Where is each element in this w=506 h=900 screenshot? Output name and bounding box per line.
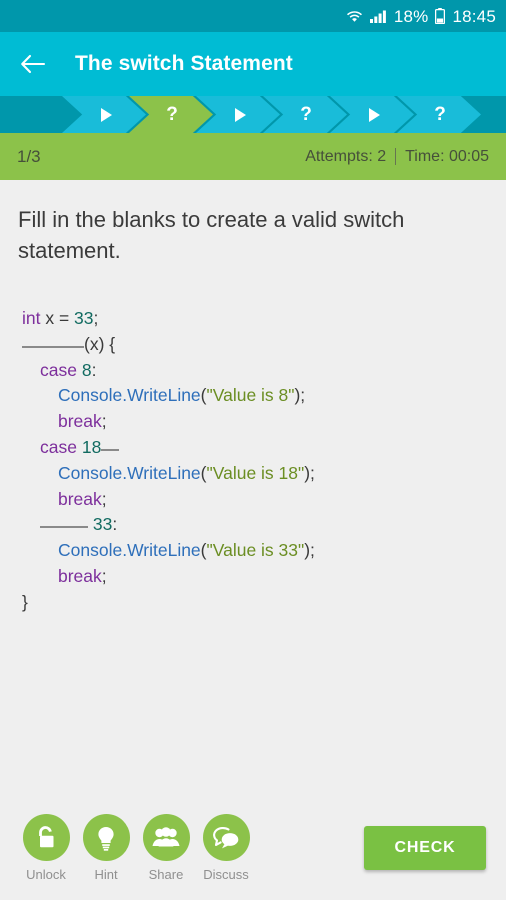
wifi-icon xyxy=(346,9,363,24)
speech-bubbles-icon xyxy=(213,826,239,848)
code-token-str: "Value is 8" xyxy=(206,385,295,406)
code-line: break; xyxy=(22,409,488,435)
status-bar: 18% 18:45 xyxy=(0,0,506,32)
bottom-toolbar: Unlock Hint Share Discuss CHECK xyxy=(0,804,506,900)
question-mark-icon: ? xyxy=(434,104,446,125)
code-token-punc: ; xyxy=(101,565,107,586)
code-token-punc: ; xyxy=(101,488,107,509)
hint-label: Hint xyxy=(94,867,118,882)
progress-step-1-play[interactable] xyxy=(62,96,146,133)
code-line: Console.WriteLine("Value is 18"); xyxy=(22,461,488,487)
code-token-punc: ); xyxy=(304,462,315,483)
tool-buttons: Unlock Hint Share Discuss xyxy=(16,814,256,882)
page-counter: 1/3 xyxy=(17,146,41,166)
code-blank[interactable] xyxy=(101,448,120,451)
back-arrow-icon[interactable] xyxy=(16,47,50,81)
code-blank[interactable] xyxy=(40,526,88,529)
unlock-bubble xyxy=(22,814,70,861)
clock-label: 18:45 xyxy=(452,6,496,26)
time-label: Time: 00:05 xyxy=(405,147,489,165)
question-mark-icon: ? xyxy=(166,104,178,125)
code-line: int x = 33; xyxy=(22,306,488,332)
code-token-punc: (x) { xyxy=(84,333,116,354)
attempts-label: Attempts: 2 xyxy=(305,147,387,165)
unlock-padlock-icon xyxy=(39,825,54,847)
code-line: break; xyxy=(22,487,488,513)
code-token-punc: ; xyxy=(93,308,99,328)
code-token-punc: x = xyxy=(40,308,75,328)
lesson-info-bar: 1/3 Attempts: 2 Time: 00:05 xyxy=(0,133,506,180)
lightbulb-icon xyxy=(98,826,114,851)
share-label: Share xyxy=(148,867,184,882)
play-triangle-icon xyxy=(100,107,112,122)
check-button[interactable]: CHECK xyxy=(364,826,486,870)
share-button[interactable]: Share xyxy=(136,814,196,882)
lesson-progress-bar: ??? xyxy=(0,96,506,133)
code-token-kw: break xyxy=(58,411,102,432)
play-triangle-icon xyxy=(234,107,246,122)
battery-icon xyxy=(435,8,446,24)
code-token-kw: case xyxy=(40,359,77,380)
play-triangle-icon xyxy=(368,107,380,122)
code-token-num: 33 xyxy=(92,514,113,535)
code-token-kw: break xyxy=(58,565,102,586)
discuss-label: Discuss xyxy=(203,867,249,882)
code-token-fn: Console.WriteLine xyxy=(58,385,201,406)
code-line: Console.WriteLine("Value is 8"); xyxy=(22,383,488,409)
code-line: case 8: xyxy=(22,358,488,384)
unlock-label: Unlock xyxy=(26,867,66,882)
code-token-punc: } xyxy=(22,591,28,612)
code-token-num: 33 xyxy=(74,308,94,328)
app-bar: The switch Statement xyxy=(0,32,506,96)
stats-divider xyxy=(395,148,397,165)
code-token-punc: : xyxy=(91,359,97,380)
code-line: (x) { xyxy=(22,332,488,358)
page-title: The switch Statement xyxy=(75,52,293,75)
unlock-button[interactable]: Unlock xyxy=(16,814,76,882)
code-block[interactable]: int x = 33; (x) {case 8: Console.WriteLine… xyxy=(22,306,488,616)
exercise-content: Fill in the blanks to create a valid swi… xyxy=(0,180,506,804)
code-token-num: 18 xyxy=(81,436,102,457)
code-line: break; xyxy=(22,564,488,590)
code-token-fn: Console.WriteLine xyxy=(58,462,201,483)
discuss-button[interactable]: Discuss xyxy=(196,814,256,882)
code-token-punc: ); xyxy=(304,540,315,561)
code-token-punc: : xyxy=(112,514,118,535)
code-line: Console.WriteLine("Value is 33"); xyxy=(22,538,488,564)
app-screen: 18% 18:45 The switch Statement ??? 1/3 A… xyxy=(0,0,506,900)
code-token-num: 8 xyxy=(81,359,92,380)
hint-button[interactable]: Hint xyxy=(76,814,136,882)
code-token-str: "Value is 18" xyxy=(206,462,305,483)
code-line: case 18 xyxy=(22,435,488,461)
code-token-punc: ; xyxy=(101,411,107,432)
code-token-str: "Value is 33" xyxy=(206,540,305,561)
question-text: Fill in the blanks to create a valid swi… xyxy=(18,207,405,263)
signal-bars-icon xyxy=(369,9,387,24)
code-token-kw: case xyxy=(40,436,77,457)
people-group-icon xyxy=(152,826,180,846)
discuss-bubble xyxy=(202,814,250,861)
code-blank[interactable] xyxy=(22,345,84,348)
battery-percent-label: 18% xyxy=(393,6,429,26)
code-token-fn: Console.WriteLine xyxy=(58,540,201,561)
code-token-kw: int xyxy=(22,308,41,328)
code-token-punc: ); xyxy=(294,385,306,406)
code-line: } xyxy=(22,590,488,616)
code-token-kw: break xyxy=(58,488,102,509)
hint-bubble xyxy=(82,814,130,861)
stats-group: Attempts: 2 Time: 00:05 xyxy=(305,148,489,166)
share-bubble xyxy=(142,814,190,861)
question-mark-icon: ? xyxy=(300,104,312,125)
code-line: 33: xyxy=(22,512,488,538)
